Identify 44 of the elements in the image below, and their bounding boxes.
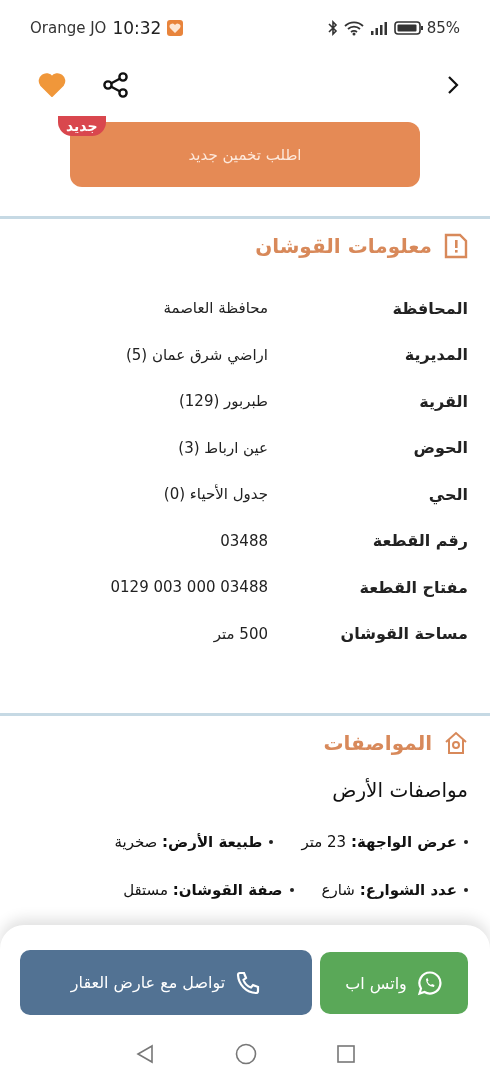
field-label: المديرية [403, 345, 468, 365]
chat-bubble-phone-icon [416, 970, 443, 996]
section-title: المواصفات [323, 731, 432, 755]
field-label: مفتاح القطعة [358, 577, 468, 597]
heart-app-icon [167, 19, 184, 36]
field-value: طبربور (129) [178, 392, 268, 411]
home-icon[interactable] [235, 1043, 257, 1065]
spec-item: عرض الواجهة: 23 متر [301, 833, 457, 851]
field-label: الحوض [412, 438, 468, 458]
battery-percent: 85% [426, 18, 460, 37]
field-value: 03488 [220, 531, 268, 550]
field-value: عين ارباط (3) [178, 438, 268, 457]
spec-item: عدد الشوارع: شارع [321, 881, 457, 899]
field-label: المحافظة [391, 298, 468, 318]
bluetooth-icon [327, 19, 338, 36]
battery-icon [393, 19, 424, 36]
field-label: القرية [418, 391, 468, 411]
field-value: 500 متر [213, 624, 268, 643]
subsection-title: مواصفات الأرض [331, 777, 468, 804]
contact-seller-button[interactable]: تواصل مع عارض العقار [20, 950, 312, 1015]
section-title: معلومات القوشان [255, 234, 432, 258]
field-value: 0129 003 000 03488 [110, 578, 268, 597]
recents-icon[interactable] [337, 1045, 355, 1063]
heart-icon[interactable] [38, 73, 66, 97]
house-icon [444, 731, 468, 755]
field-value: جدول الأحياء (0) [163, 485, 268, 504]
field-value: محافظة العاصمة [163, 299, 268, 318]
spec-item: طبيعة الأرض: صخرية [114, 833, 263, 851]
clock-time: 10:32 [112, 17, 162, 38]
share-icon[interactable] [102, 71, 130, 99]
document-alert-icon [444, 233, 468, 259]
signal-icon [369, 19, 388, 36]
new-badge: جديد [58, 116, 106, 136]
spec-item: صفة القوشان: مستقل [123, 881, 283, 899]
field-label: الحي [427, 484, 468, 504]
field-label: مساحة القوشان [339, 624, 468, 644]
back-icon[interactable] [135, 1044, 155, 1064]
field-value: اراضي شرق عمان (5) [125, 345, 268, 364]
phone-icon [235, 969, 262, 996]
carrier-name: Orange JO [30, 18, 107, 37]
whatsapp-button[interactable]: واتس اب [320, 952, 468, 1014]
wifi-icon [343, 19, 364, 36]
chevron-right-icon[interactable] [446, 74, 460, 96]
field-label: رقم القطعة [371, 531, 468, 551]
